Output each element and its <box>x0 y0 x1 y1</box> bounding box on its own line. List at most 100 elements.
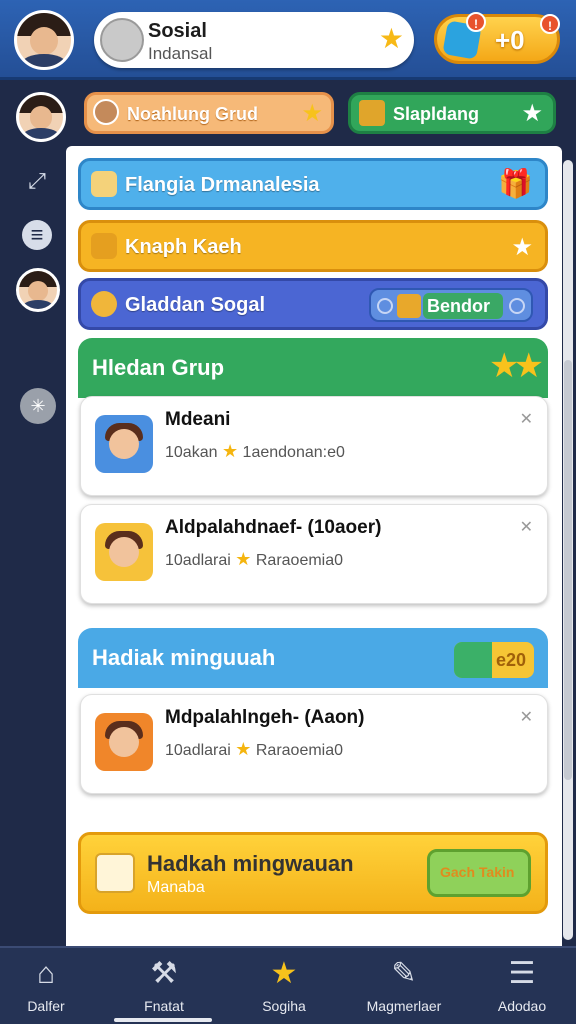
home-icon: ⌂ <box>36 957 56 990</box>
nav-label: Fnatat <box>144 998 184 1014</box>
list-item[interactable]: Mdeani 10akan ★ 1aendonan:e0 ✕ <box>80 396 548 496</box>
menu-bar-1-label: Flangia Drmanalesia <box>125 174 320 196</box>
profile-avatar <box>100 18 144 62</box>
close-icon[interactable]: ✕ <box>520 707 533 727</box>
left-sidebar: ⤢ ≡ ✳ <box>0 146 66 946</box>
section-header-weekly: Hadiak minguuah e20 <box>78 628 548 688</box>
promo-subtitle: Manaba <box>147 879 205 896</box>
nav-label: Adodao <box>497 998 547 1014</box>
green-tab[interactable]: Slapldang ★ <box>348 92 556 134</box>
list-icon[interactable]: ≡ <box>22 220 52 250</box>
menu-bar-3[interactable]: Gladdan Sogal Bendor <box>78 278 548 330</box>
promo-claim-button[interactable]: Gach Takin <box>427 849 531 897</box>
profile-name: Sosial <box>148 20 207 42</box>
star-icon: ★ <box>270 957 298 990</box>
menu-bar-1[interactable]: Flangia Drmanalesia 🎁 <box>78 158 548 210</box>
avatar-face <box>29 27 59 56</box>
section-title: Hledan Grup <box>92 355 225 380</box>
currency-badge: ! <box>466 12 486 32</box>
scroll-thumb[interactable] <box>564 360 572 780</box>
nav-item-star[interactable]: ★ Sogiha <box>234 956 334 1022</box>
item-meta-right: Raraoemia0 <box>255 742 344 759</box>
nav-label: Magmerlaer <box>366 998 442 1014</box>
envelope-icon <box>95 853 135 893</box>
item-meta-left: 10adlarai <box>165 552 231 569</box>
avatar-face <box>28 280 48 301</box>
avatar-face <box>109 727 139 757</box>
scrollbar[interactable] <box>563 160 573 940</box>
avatar-shirt <box>22 54 66 67</box>
chart-icon[interactable]: ⤢ <box>22 166 52 196</box>
avatar-face <box>29 106 53 130</box>
menu-bar-2[interactable]: Knaph Kaeh ★ <box>78 220 548 272</box>
nav-label: Sogiha <box>262 998 306 1014</box>
list-item[interactable]: Mdpalahlngeh- (Aaon) 10adlarai ★ Raraoem… <box>80 694 548 794</box>
stars-icon: ★★ <box>489 347 544 385</box>
menu-icon: ☰ <box>508 957 536 990</box>
item-meta: 10adlarai ★ Raraoemia0 <box>165 549 343 570</box>
reward-value: e20 <box>496 650 527 670</box>
shield-icon <box>91 291 117 317</box>
nav-item-tools[interactable]: ⚒ Fnatat <box>114 956 214 1022</box>
vendor-button-label: Bendor <box>427 296 490 316</box>
section-title: Hadiak minguuah <box>92 645 276 670</box>
avatar-shirt <box>22 299 54 309</box>
gift-icon: 🎁 <box>498 168 533 199</box>
star-icon: ★ <box>521 100 543 127</box>
item-name: Mdpalahlngeh- (Aaon) <box>165 707 365 728</box>
close-icon[interactable]: ✕ <box>520 409 533 429</box>
avatar-face <box>109 429 139 459</box>
menu-bar-2-label: Knaph Kaeh <box>125 236 242 258</box>
menu-bar-3-label: Gladdan Sogal <box>125 294 266 316</box>
star-icon: ★ <box>511 234 533 261</box>
item-meta-left: 10adlarai <box>165 742 231 759</box>
nav-label: Dalfer <box>27 998 65 1014</box>
active-tab-indicator <box>114 1018 212 1022</box>
box-icon <box>397 294 421 318</box>
item-meta-left: 10akan <box>165 444 218 461</box>
item-meta: 10adlarai ★ Raraoemia0 <box>165 739 343 760</box>
basket-icon <box>91 171 117 197</box>
vendor-button[interactable]: Bendor <box>369 288 533 322</box>
currency-value: +0 <box>495 25 525 55</box>
edit-icon: ✎ <box>391 957 417 990</box>
nav-item-edit[interactable]: ✎ Magmerlaer <box>354 956 454 1022</box>
chest-icon <box>91 233 117 259</box>
member-avatar <box>95 523 153 581</box>
settings-icon[interactable]: ✳ <box>20 388 56 424</box>
bottom-nav: ⌂ Dalfer ⚒ Fnatat ★ Sogiha ✎ Magmerlaer … <box>0 946 576 1024</box>
avatar-face <box>109 537 139 567</box>
user-avatar[interactable] <box>14 10 74 70</box>
list-item[interactable]: Aldpalahdnaef- (10aoer) 10adlarai ★ Rara… <box>80 504 548 604</box>
weekly-promo-banner[interactable]: Hadkah mingwauan Manaba Gach Takin <box>78 832 548 914</box>
close-icon[interactable]: ✕ <box>520 517 533 537</box>
friend-avatar[interactable] <box>16 92 66 142</box>
reward-icon <box>454 642 492 678</box>
profile-card[interactable]: Sosial Indansal ★ <box>94 12 414 68</box>
group-tab-label: Noahlung Grud <box>127 104 258 124</box>
left-arrow-icon[interactable] <box>377 298 393 314</box>
promo-button-label: Gach Takin <box>440 864 515 880</box>
favorite-star-icon[interactable]: ★ <box>379 22 404 55</box>
reward-chip[interactable]: e20 <box>454 642 534 678</box>
member-avatar <box>95 415 153 473</box>
profile-subtitle: Indansal <box>148 44 213 63</box>
item-meta: 10akan ★ 1aendonan:e0 <box>165 441 345 462</box>
item-meta-right: Raraoemia0 <box>255 552 344 569</box>
item-name: Mdeani <box>165 409 231 430</box>
group-avatar-icon <box>93 99 119 125</box>
promo-title: Hadkah mingwauan <box>147 851 354 876</box>
main-panel: Flangia Drmanalesia 🎁 Knaph Kaeh ★ Gladd… <box>66 146 562 946</box>
green-tab-label: Slapldang <box>393 104 480 124</box>
sidebar-avatar[interactable] <box>16 268 60 312</box>
star-icon: ★ <box>235 739 252 759</box>
nav-item-home[interactable]: ⌂ Dalfer <box>0 956 96 1022</box>
nav-item-menu[interactable]: ☰ Adodao <box>472 956 572 1022</box>
item-meta-right: 1aendonan:e0 <box>242 444 345 461</box>
avatar-shirt <box>23 128 59 139</box>
tools-icon: ⚒ <box>150 957 178 990</box>
group-tab[interactable]: Noahlung Grud ★ <box>84 92 334 134</box>
top-header: Sosial Indansal ★ +0 ! ! <box>0 0 576 80</box>
right-arrow-icon[interactable] <box>509 298 525 314</box>
notification-badge: ! <box>540 14 560 34</box>
